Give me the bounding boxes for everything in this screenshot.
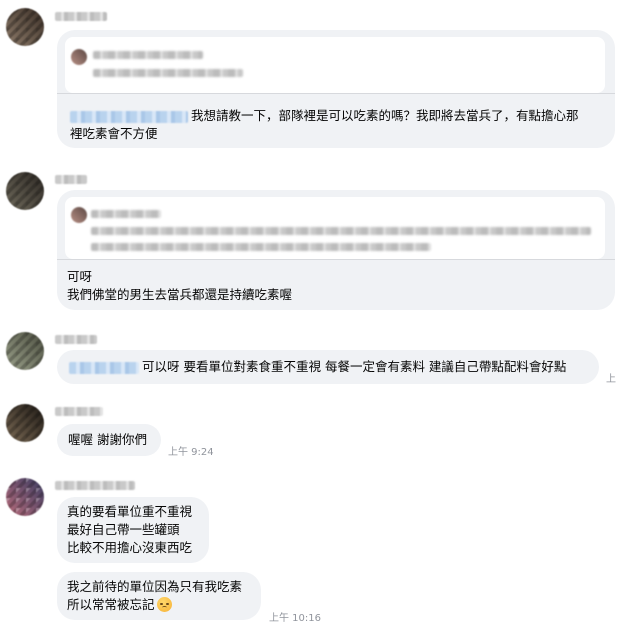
quoted-message[interactable] [65,37,605,93]
quoted-text-blurred [93,69,243,77]
avatar[interactable] [6,172,44,210]
sender-name-blurred [55,335,97,344]
sender-name-blurred [55,12,107,21]
sender-name-blurred [55,175,87,184]
message-line: 喔喔 謝謝你們 [68,432,147,447]
message-bubble[interactable]: 喔喔 謝謝你們 [57,424,161,456]
avatar[interactable] [6,404,44,442]
avatar[interactable] [6,8,44,46]
message-bubble[interactable]: 可呀 我們佛堂的男生去當兵都還是持續吃素喔 [57,190,615,310]
message-line: 我想請教一下，部隊裡是可以吃素的嗎？我即將去當兵了，有點擔心那 [191,108,579,123]
quoted-text-blurred [93,51,203,59]
mention-blurred[interactable] [70,110,188,123]
message-bubble[interactable]: 我之前待的單位因為只有我吃素 所以常常被忘記 [57,572,261,620]
message-line: 可呀 [67,269,93,284]
mention-blurred[interactable] [69,361,139,374]
message-line: 我之前待的單位因為只有我吃素 [67,579,243,594]
message-text: 真的要看單位重不重視 最好自己帶一些罐頭 比較不用擔心沒東西吃 [67,503,192,557]
quoted-text-blurred [91,210,161,218]
message-line: 真的要看單位重不重視 [67,504,193,519]
sender-name-blurred [55,481,135,490]
quoted-message[interactable] [65,197,605,259]
message-timestamp: 上午 9:24 [168,447,214,458]
message-text: 我想請教一下，部隊裡是可以吃素的嗎？我即將去當兵了，有點擔心那 裡吃素會不方便 [70,107,579,143]
quoted-text-blurred [91,227,591,235]
message-text: 我之前待的單位因為只有我吃素 所以常常被忘記 [67,578,242,614]
message-line: 裡吃素會不方便 [70,126,158,141]
sender-name-blurred [55,407,103,416]
quoted-text-blurred [91,243,431,251]
message-text: 可呀 我們佛堂的男生去當兵都還是持續吃素喔 [67,268,292,304]
message-line: 所以常常被忘記 [67,597,155,612]
message-timestamp: 上午 10:16 [269,613,321,624]
avatar [71,49,87,65]
disappointed-face-icon [156,597,172,612]
message-bubble[interactable]: 可以呀 要看單位對素食重不重視 每餐一定會有素料 建議自己帶點配料會好點 [57,350,599,384]
message-line: 我們佛堂的男生去當兵都還是持續吃素喔 [67,287,293,302]
quote-divider [57,93,615,94]
message-bubble[interactable]: 真的要看單位重不重視 最好自己帶一些罐頭 比較不用擔心沒東西吃 [57,497,209,563]
message-text: 喔喔 謝謝你們 [68,431,147,449]
quote-divider [57,259,615,260]
avatar [71,207,87,223]
avatar[interactable] [6,478,44,516]
avatar[interactable] [6,332,44,370]
message-bubble[interactable]: 我想請教一下，部隊裡是可以吃素的嗎？我即將去當兵了，有點擔心那 裡吃素會不方便 [57,30,615,148]
message-line: 可以呀 要看單位對素食重不重視 每餐一定會有素料 建議自己帶點配料會好點 [142,359,567,374]
message-line: 比較不用擔心沒東西吃 [67,540,193,555]
message-text: 可以呀 要看單位對素食重不重視 每餐一定會有素料 建議自己帶點配料會好點 [69,358,566,376]
message-line: 最好自己帶一些罐頭 [67,522,180,537]
message-timestamp: 上 [606,374,616,385]
